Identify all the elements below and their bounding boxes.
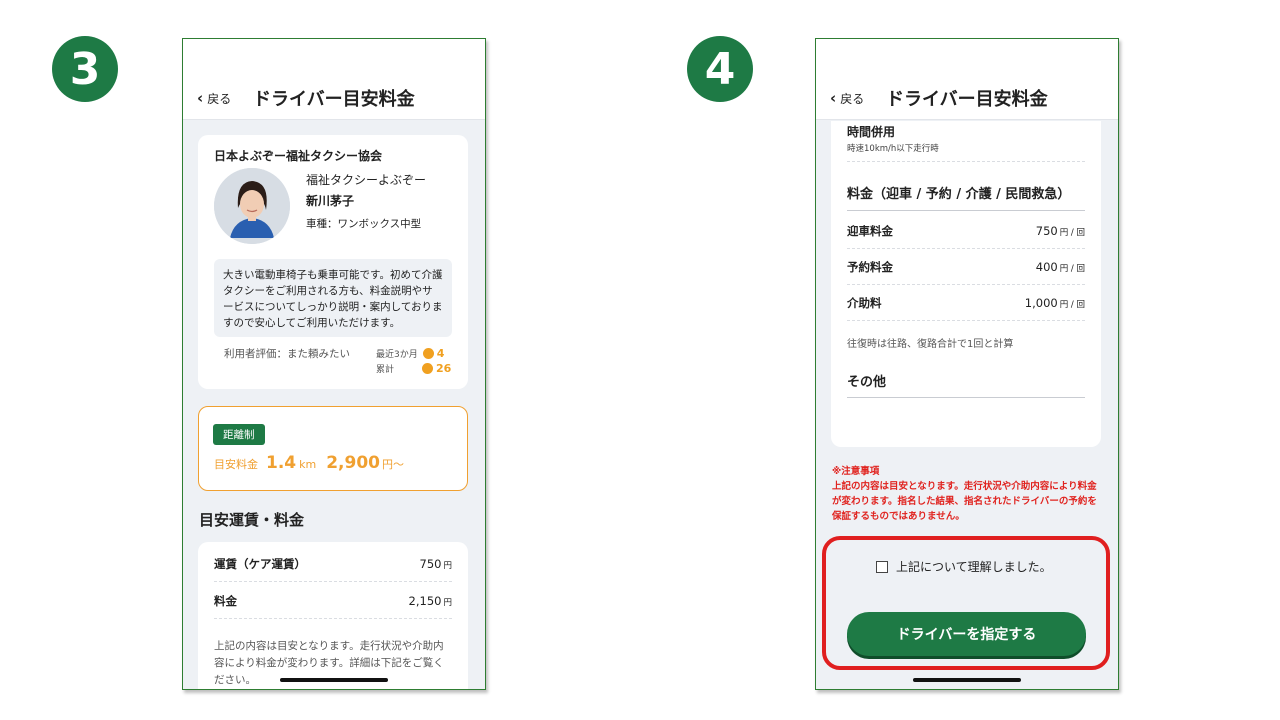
driver-avatar: [214, 168, 290, 244]
fare-price: 2,900: [326, 453, 380, 473]
warning-body: 上記の内容は目安となります。走行状況や介助内容により料金が変わります。指名した結…: [832, 481, 1097, 522]
value: 1,000: [1024, 295, 1058, 310]
back-label: 戻る: [840, 91, 865, 106]
driver-profile-card: 日本よぶぞー福祉タクシー協会 福祉タクシーよぶぞー 新川茅子 車種：ワンボックス…: [198, 135, 468, 389]
step-3-badge: 3: [52, 36, 118, 102]
time-combined-sub: 時速10km/h以下走行時: [847, 144, 939, 154]
phone-screen-step-3: ‹ 戻る ドライバー目安料金 日本よぶぞー福祉タクシー協会 福祉タクシーよぶぞー…: [182, 38, 486, 690]
total-count: 26: [436, 362, 452, 375]
fee-row: 介助料 1,000 円 / 回: [847, 285, 1085, 321]
price-row: 運賃（ケア運賃） 750 円: [214, 546, 452, 582]
divider: [847, 397, 1085, 398]
driver-introduction: 大きい電動車椅子も乗車可能です。初めて介護タクシーをご利用される方も、料金説明や…: [214, 259, 452, 337]
driver-name: 新川茅子: [306, 194, 355, 208]
unit: 円 / 回: [1059, 227, 1085, 238]
fee-row-name: 予約料金: [847, 259, 893, 274]
fare-type-badge: 距離制: [213, 424, 265, 445]
checkbox-icon[interactable]: [876, 560, 888, 573]
price-row-value: 2,150 円: [409, 594, 452, 608]
fee-row-name: 迎車料金: [847, 223, 893, 238]
warning-title: ※注意事項: [832, 466, 880, 477]
fare-distance: 1.4: [266, 453, 297, 473]
estimated-fare-card: 距離制 目安料金 1.4 km 2,900 円～: [198, 406, 468, 491]
price-row-name: 料金: [214, 593, 237, 608]
understood-checkbox[interactable]: 上記について理解しました。: [876, 558, 1052, 575]
back-button[interactable]: ‹ 戻る: [830, 89, 864, 107]
home-indicator: [913, 678, 1021, 682]
vehicle-type: 車種：ワンボックス中型: [306, 218, 422, 230]
total-label: 累計: [376, 365, 395, 375]
page-title: ドライバー目安料金: [253, 89, 415, 110]
estimate-price-card: 運賃（ケア運賃） 750 円 料金 2,150 円 上記の内容は目安となります。走行…: [198, 542, 468, 689]
chevron-left-icon: ‹: [197, 89, 204, 107]
organization-name: 日本よぶぞー福祉タクシー協会: [214, 149, 383, 163]
fee-row-value: 1,000 円 / 回: [1025, 296, 1085, 310]
unit: 円 / 回: [1059, 299, 1085, 310]
other-heading: その他: [847, 375, 887, 390]
fee-detail-card: 時間併用 時速10km/h以下走行時 料金（迎車 / 予約 / 介護 / 民間救…: [831, 121, 1101, 447]
divider: [847, 161, 1085, 162]
fee-row-value: 400 円 / 回: [1036, 260, 1085, 274]
fee-row-name: 介助料: [847, 295, 882, 310]
phone-screen-step-4: ‹ 戻る ドライバー目安料金 時間併用 時速10km/h以下走行時 料金（迎車 …: [815, 38, 1119, 690]
fare-label: 目安料金: [214, 458, 258, 471]
fee-row-value: 750 円 / 回: [1036, 224, 1085, 238]
fee-row: 予約料金 400 円 / 回: [847, 249, 1085, 285]
app-header: ‹ 戻る ドライバー目安料金: [183, 39, 485, 120]
price-row-name: 運賃（ケア運賃）: [214, 556, 306, 571]
rating-recent: 最近3か月 4: [376, 347, 444, 360]
rating-label: 利用者評価：また頼みたい: [224, 348, 350, 360]
recent-label: 最近3か月: [376, 350, 418, 360]
rating-total: 累計 26: [376, 362, 451, 375]
home-indicator: [280, 678, 388, 682]
company-name: 福祉タクシーよぶぞー: [306, 173, 427, 187]
value: 400: [1035, 259, 1058, 274]
recent-count: 4: [436, 347, 445, 360]
estimated-fare-line: 目安料金 1.4 km 2,900 円～: [214, 453, 404, 473]
fare-distance-unit: km: [299, 458, 317, 471]
time-combined-item: 時間併用 時速10km/h以下走行時: [847, 123, 1085, 154]
smile-icon: [422, 363, 433, 374]
app-header: ‹ 戻る ドライバー目安料金: [816, 39, 1118, 120]
fee-row: 迎車料金 750 円 / 回: [847, 213, 1085, 249]
checkbox-label: 上記について理解しました。: [896, 560, 1052, 574]
back-button[interactable]: ‹ 戻る: [197, 89, 231, 107]
value: 2,150: [408, 593, 442, 608]
warning-notice: ※注意事項 上記の内容は目安となります。走行状況や介助内容により料金が変わります…: [832, 464, 1104, 524]
unit: 円 / 回: [1059, 263, 1085, 274]
value: 750: [419, 556, 442, 571]
divider: [847, 210, 1085, 211]
fee-heading: 料金（迎車 / 予約 / 介護 / 民間救急）: [847, 187, 1071, 202]
price-row: 料金 2,150 円: [214, 583, 452, 619]
step-4-badge: 4: [687, 36, 753, 102]
price-row-value: 750 円: [420, 557, 452, 571]
value: 750: [1035, 223, 1058, 238]
unit: 円: [443, 560, 452, 571]
time-combined-title: 時間併用: [847, 125, 896, 139]
fare-price-unit: 円～: [382, 458, 404, 471]
smile-icon: [422, 348, 434, 359]
back-label: 戻る: [207, 91, 232, 106]
page-title: ドライバー目安料金: [886, 89, 1048, 110]
round-trip-note: 往復時は往路、復路合計で1回と計算: [847, 339, 1014, 350]
estimate-section-title: 目安運賃・料金: [199, 511, 305, 529]
select-driver-button[interactable]: ドライバーを指定する: [847, 612, 1086, 656]
unit: 円: [443, 597, 452, 608]
chevron-left-icon: ‹: [830, 89, 837, 107]
